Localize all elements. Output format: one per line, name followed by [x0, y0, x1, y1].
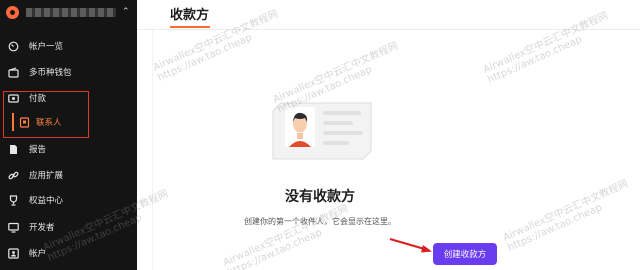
main-content: 收款方: [137, 0, 640, 270]
content-panel: [152, 30, 640, 270]
report-icon: [8, 144, 19, 155]
link-icon: [8, 170, 19, 181]
chevron-updown-icon: ⌃: [122, 7, 130, 17]
sidebar-item-payments[interactable]: 付款: [0, 88, 137, 108]
empty-state-title: 没有收款方: [285, 189, 355, 205]
sidebar-item-label: 应用扩展: [29, 171, 64, 181]
tab-active-indicator: [170, 26, 210, 28]
contact-icon: [19, 116, 30, 128]
sidebar-item-wallet[interactable]: 多币种钱包: [0, 62, 137, 82]
org-logo-icon: [6, 5, 19, 19]
sidebar-item-overview[interactable]: 帐户一览: [0, 36, 137, 56]
dashboard-icon: [8, 41, 19, 52]
sidebar-item-reports[interactable]: 报告: [0, 139, 137, 159]
sidebar: ⌃ 帐户一览 多币种钱包 付款 联系人 报告 应用扩展 权益中心 开发者 帐户: [0, 0, 137, 270]
empty-payee-card-illustration: [272, 102, 372, 160]
sidebar-item-label: 帐户一览: [29, 42, 64, 52]
payment-icon: [8, 93, 19, 104]
sidebar-item-label: 付款: [29, 94, 47, 104]
sidebar-item-contacts[interactable]: 联系人: [0, 112, 137, 132]
sidebar-item-account[interactable]: 帐户: [0, 243, 137, 263]
create-payee-button[interactable]: 创建收款方: [433, 243, 497, 265]
org-name-redacted: [26, 7, 116, 17]
sidebar-item-label: 联系人: [36, 118, 62, 128]
tab-payees[interactable]: 收款方: [170, 4, 209, 23]
arrow-annotation-icon: [389, 237, 432, 253]
sidebar-item-label: 多币种钱包: [29, 68, 72, 78]
sidebar-item-label: 帐户: [29, 249, 47, 259]
wallet-icon: [8, 66, 19, 78]
empty-state-description: 创建你的第一个收件人，它会显示在这里。: [244, 217, 396, 226]
org-switcher[interactable]: ⌃: [6, 4, 132, 20]
page-header: 收款方: [137, 0, 640, 30]
sidebar-item-apps[interactable]: 应用扩展: [0, 165, 137, 185]
sidebar-item-label: 报告: [29, 145, 47, 155]
account-icon: [8, 247, 19, 259]
